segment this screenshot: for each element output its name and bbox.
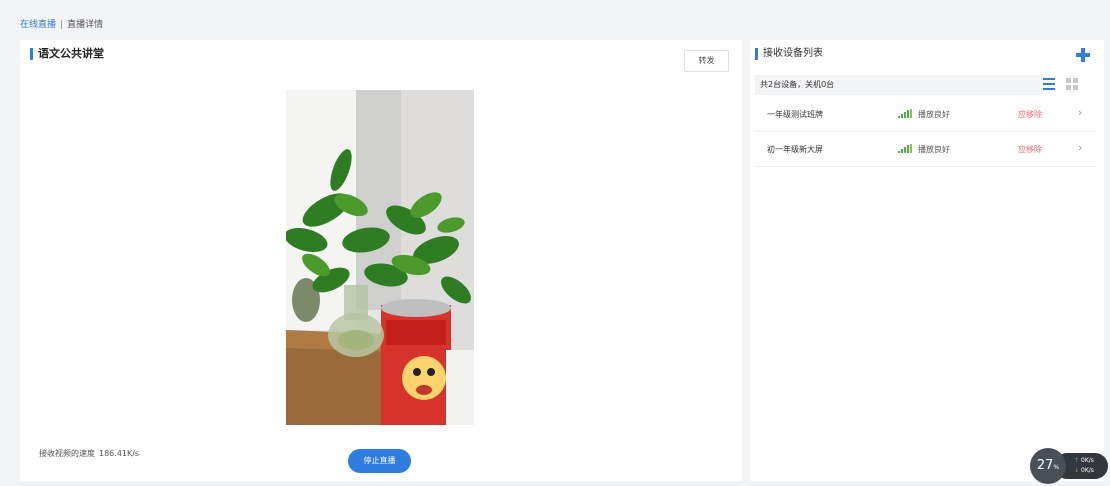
- live-title: 语文公共讲堂: [30, 48, 104, 60]
- add-device-icon[interactable]: [1072, 44, 1094, 66]
- network-usage-gauge: 27%: [1030, 448, 1066, 484]
- receive-speed-label: 接收视频的速度: [39, 449, 95, 458]
- chevron-right-icon[interactable]: ›: [1078, 106, 1082, 119]
- device-list-panel: 接收设备列表 共2台设备，关机0台 一年级测试班牌 播放良好 应移除 › 初一年…: [750, 40, 1104, 481]
- device-row[interactable]: 一年级测试班牌 播放良好 应移除 ›: [755, 97, 1095, 132]
- breadcrumb: 在线直播 | 直播详情: [20, 17, 103, 30]
- live-detail-panel: 语文公共讲堂 转发 接收视频的速度 186.41K/s 停止直播: [20, 40, 742, 481]
- device-status: 播放良好: [918, 110, 950, 119]
- usage-percent-unit: %: [1053, 464, 1060, 471]
- device-row[interactable]: 初一年级新大屏 播放良好 应移除 ›: [755, 132, 1095, 167]
- signal-strength-icon: [898, 144, 914, 153]
- device-status: 播放良好: [918, 145, 950, 154]
- forward-button[interactable]: 转发: [684, 50, 729, 72]
- download-rate-value: 0K/s: [1081, 467, 1094, 474]
- device-summary: 共2台设备，关机0台: [755, 75, 1040, 95]
- breadcrumb-link-live[interactable]: 在线直播: [20, 20, 56, 30]
- signal-strength-icon: [898, 109, 914, 118]
- remove-device-button[interactable]: 应移除: [1018, 144, 1042, 155]
- breadcrumb-separator: |: [60, 20, 64, 30]
- live-video-player[interactable]: [286, 90, 474, 425]
- upload-rate: ↑ 0K/s: [1074, 457, 1094, 464]
- remove-device-button[interactable]: 应移除: [1018, 109, 1042, 120]
- device-name: 一年级测试班牌: [767, 110, 823, 119]
- breadcrumb-current: 直播详情: [67, 20, 104, 30]
- usage-percent: 27: [1036, 458, 1054, 473]
- video-frame-image: [286, 90, 474, 425]
- grid-view-icon[interactable]: [1066, 78, 1079, 91]
- list-view-icon[interactable]: [1043, 78, 1055, 90]
- network-speed-widget[interactable]: ↑ 0K/s ↓ 0K/s 27%: [1030, 448, 1108, 484]
- device-name: 初一年级新大屏: [767, 145, 823, 154]
- receive-speed: 接收视频的速度 186.41K/s: [39, 448, 139, 459]
- download-rate: ↓ 0K/s: [1074, 467, 1094, 474]
- download-arrow-icon: ↓: [1074, 467, 1080, 474]
- upload-arrow-icon: ↑: [1074, 457, 1080, 464]
- upload-rate-value: 0K/s: [1081, 457, 1094, 464]
- chevron-right-icon[interactable]: ›: [1078, 141, 1082, 154]
- device-list-title: 接收设备列表: [755, 48, 823, 60]
- receive-speed-value: 186.41K/s: [99, 449, 140, 458]
- stop-live-button[interactable]: 停止直播: [348, 449, 411, 473]
